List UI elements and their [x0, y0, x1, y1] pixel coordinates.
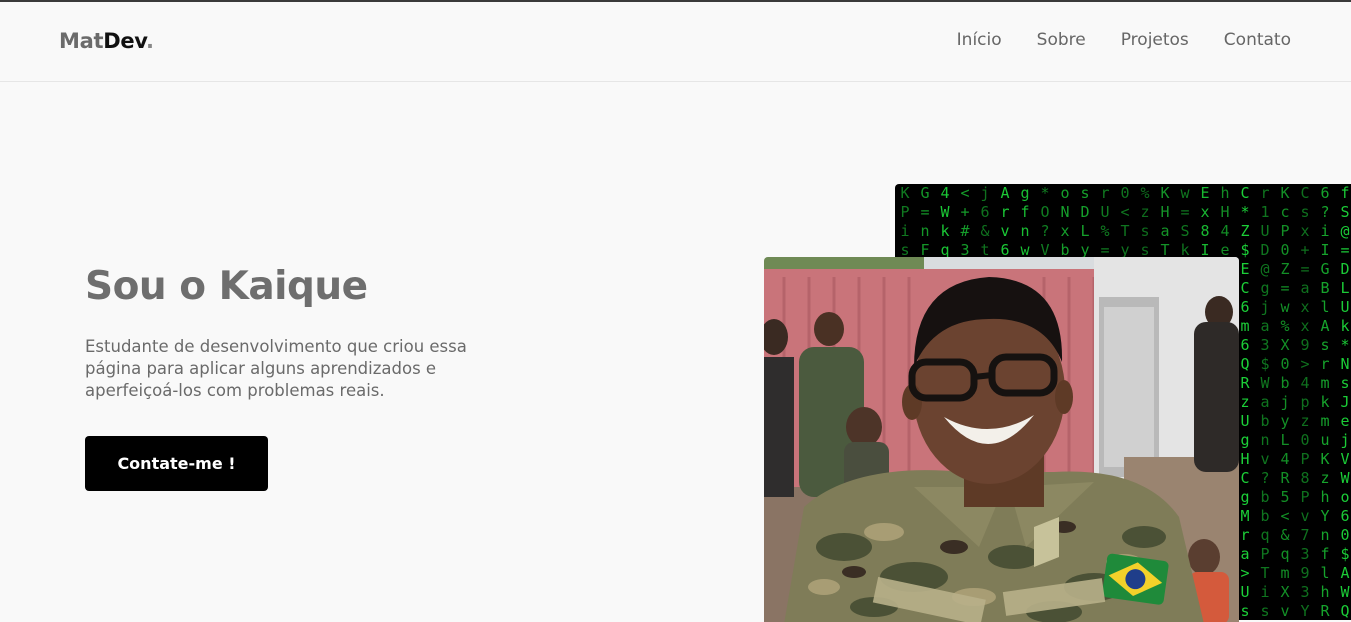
nav-link-inicio[interactable]: Início	[957, 30, 1002, 50]
matrix-column: 6 ? i I G B l A s r m k m u K z h Y n f …	[1320, 184, 1330, 620]
navbar: MatDev. Início Sobre Projetos Contato	[0, 2, 1351, 82]
nav-link-sobre[interactable]: Sobre	[1037, 30, 1086, 50]
matrix-column: f S @ = D L U k * N s J e j V W o 6 0 $ …	[1340, 184, 1350, 620]
nav-link-contato[interactable]: Contato	[1224, 30, 1291, 50]
logo[interactable]: MatDev.	[59, 29, 154, 53]
logo-part-dev: Dev	[103, 29, 146, 53]
logo-part-mat: Mat	[59, 29, 104, 53]
hero-title: Sou o Kaique	[85, 264, 368, 309]
logo-dot: .	[145, 29, 154, 53]
profile-photo-illustration	[764, 257, 1239, 622]
nav-link-projetos[interactable]: Projetos	[1121, 30, 1189, 50]
hero-description: Estudante de desenvolvimento que criou e…	[85, 337, 467, 400]
contact-me-button[interactable]: Contate-me !	[85, 436, 268, 491]
matrix-column: C s x + = a x x 9 > 4 p z 0 P 8 P v 7 3 …	[1300, 184, 1310, 620]
profile-photo	[764, 257, 1239, 622]
matrix-column: K c P 0 Z = w % X 0 b j y L 4 R 5 < & q …	[1280, 184, 1290, 620]
matrix-column: r 1 U D @ g j a 3 $ W a b n v ? b b q P …	[1260, 184, 1270, 620]
nav-links: Início Sobre Projetos Contato	[957, 30, 1291, 50]
